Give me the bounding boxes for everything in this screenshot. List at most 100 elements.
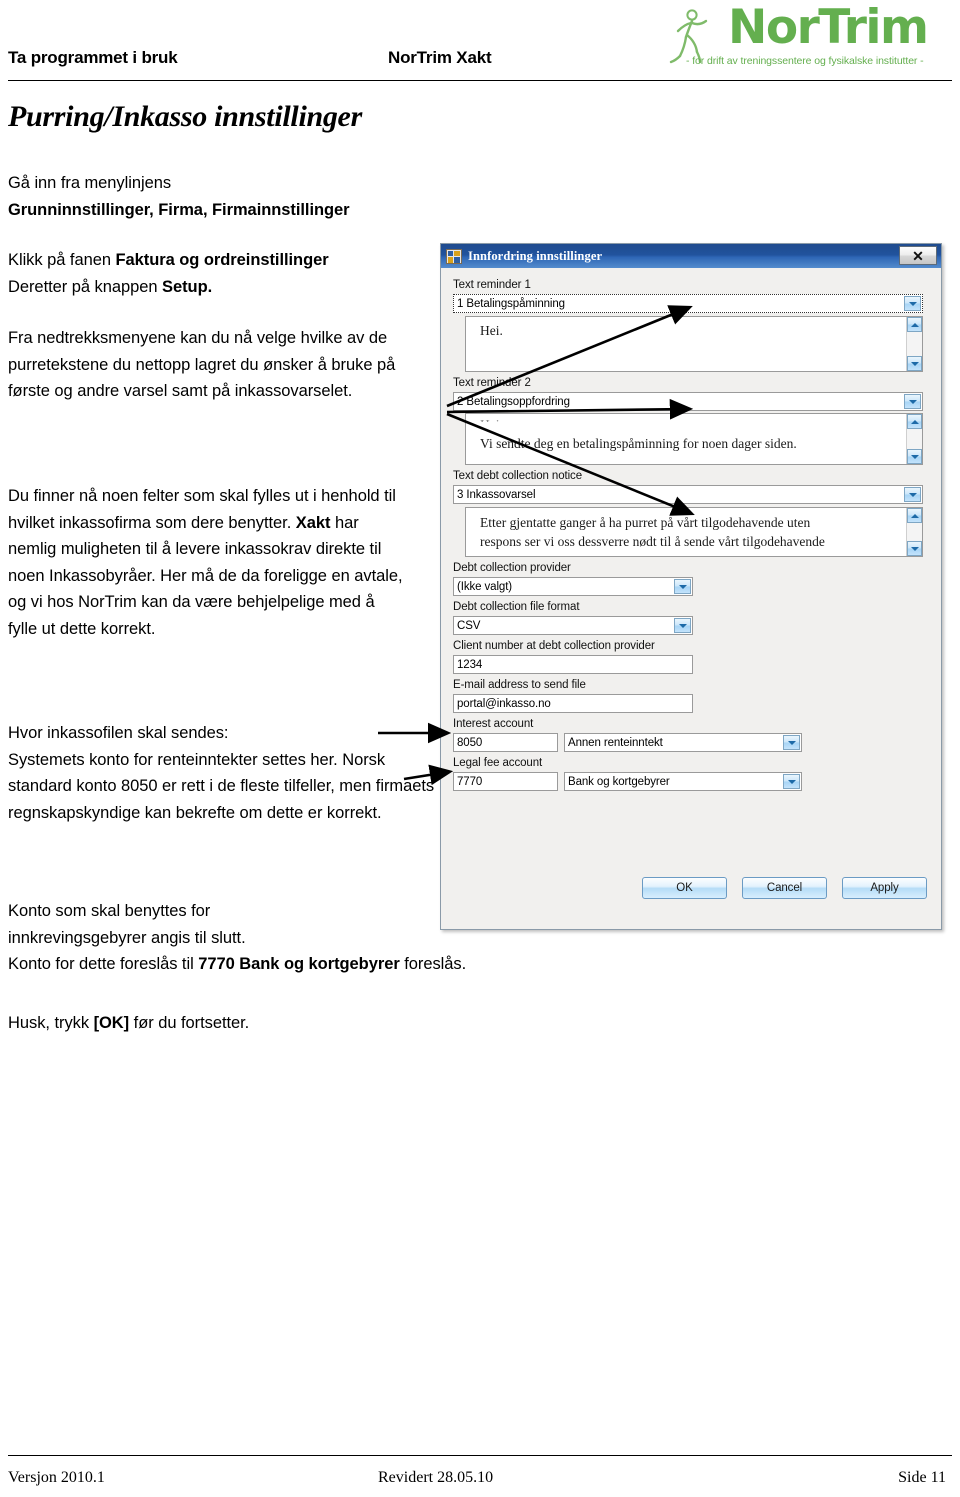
scrollbar-reminder-1[interactable]: [906, 317, 922, 371]
cancel-button[interactable]: Cancel: [742, 877, 827, 899]
chevron-down-icon[interactable]: [904, 394, 921, 409]
chevron-down-icon[interactable]: [783, 735, 800, 750]
select-debt-collection-provider[interactable]: (Ikke valgt): [453, 577, 693, 596]
label-debt-collection-provider: Debt collection provider: [453, 562, 571, 574]
page-title: Purring/Inkasso innstillinger: [8, 100, 362, 133]
scroll-up-icon[interactable]: [907, 414, 922, 429]
select-debt-collection-provider-value: (Ikke valgt): [457, 580, 513, 593]
select-debt-collection-file-format[interactable]: CSV: [453, 616, 693, 635]
paragraph-dropdowns: Fra nedtrekksmenyene kan du nå velge hvi…: [8, 329, 396, 400]
scroll-down-icon[interactable]: [907, 541, 922, 556]
label-text-reminder-1: Text reminder 1: [453, 279, 531, 291]
paragraph-tab-instructions: Klikk på fanen Faktura og ordreinstillin…: [8, 247, 438, 300]
p4-bold-xakt: Xakt: [295, 513, 331, 532]
select-debt-collection-notice-value: 3 Inkassovarsel: [457, 488, 536, 501]
input-legal-fee-account-number[interactable]: 7770: [453, 772, 558, 791]
p1-line1: Gå inn fra menylinjens: [8, 174, 172, 192]
dialog-titlebar[interactable]: Innfordring innstillinger ✕: [441, 244, 941, 268]
input-interest-account-number[interactable]: 8050: [453, 733, 558, 752]
app-window-icon: [446, 248, 462, 264]
scrollbar-reminder-2[interactable]: [906, 414, 922, 464]
p2-line2-bold: Setup.: [162, 277, 213, 296]
p2-line1-bold: Faktura og ordreinstillinger: [115, 251, 329, 269]
textarea-reminder-2-clipped: Hei.: [466, 414, 922, 422]
header-divider: [8, 80, 952, 81]
scroll-up-icon[interactable]: [907, 508, 922, 523]
select-interest-account-name[interactable]: Annen renteinntekt: [564, 733, 802, 752]
label-text-reminder-2: Text reminder 2: [453, 377, 531, 389]
dialog-title: Innfordring innstillinger: [468, 248, 603, 263]
header-left-title: Ta programmet i bruk: [8, 48, 178, 67]
select-text-reminder-1-value: 1 Betalingspåminning: [457, 297, 565, 310]
label-client-number: Client number at debt collection provide…: [453, 640, 655, 652]
textarea-reminder-2[interactable]: Hei. Vi sendte deg en betalingspåminning…: [465, 413, 923, 465]
row-legal-fee-account: 7770 Bank og kortgebyrer: [453, 772, 931, 791]
nortrim-logo: NorTrim - for drift av treningssentere o…: [660, 0, 950, 76]
select-legal-fee-account-name-value: Bank og kortgebyrer: [568, 775, 670, 788]
select-text-reminder-2-value: 2 Betalingsoppfordring: [457, 395, 570, 408]
select-interest-account-name-value: Annen renteinntekt: [568, 736, 663, 749]
p7-pre: Husk, trykk: [8, 1014, 94, 1032]
chevron-down-icon[interactable]: [674, 579, 691, 594]
row-interest-account: 8050 Annen renteinntekt: [453, 733, 931, 752]
input-interest-account-number-value: 8050: [457, 736, 483, 749]
textarea-debt-notice-line2: respons ser vi oss dessverre nødt til å …: [480, 534, 825, 549]
input-client-number[interactable]: 1234: [453, 655, 693, 674]
footer-revised: Revidert 28.05.10: [378, 1469, 494, 1486]
footer-version: Versjon 2010.1: [8, 1469, 105, 1486]
select-text-reminder-2[interactable]: 2 Betalingsoppfordring: [453, 392, 923, 411]
textarea-reminder-1-text: Hei.: [480, 323, 503, 338]
paragraph-menu-path: Gå inn fra menylinjens Grunninnstillinge…: [8, 170, 438, 223]
p6-line2: innkrevingsgebyrer angis til slutt.: [8, 928, 246, 947]
label-debt-collection-file-format: Debt collection file format: [453, 601, 580, 613]
paragraph-file-destination: Hvor inkassofilen skal sendes: Systemets…: [8, 720, 438, 826]
dialog-body: Text reminder 1 1 Betalingspåminning Hei…: [441, 268, 941, 929]
textarea-reminder-1[interactable]: Hei.: [465, 316, 923, 372]
textarea-debt-notice-line1: Etter gjentatte ganger å ha purret på vå…: [480, 515, 811, 530]
label-interest-account: Interest account: [453, 718, 534, 730]
select-debt-collection-notice[interactable]: 3 Inkassovarsel: [453, 485, 923, 504]
logo-wordmark: NorTrim: [728, 0, 929, 55]
logo-tagline: - for drift av treningssentere og fysika…: [686, 55, 924, 67]
close-icon[interactable]: ✕: [899, 246, 937, 265]
p7-bold: [OK]: [93, 1014, 130, 1032]
select-text-reminder-1[interactable]: 1 Betalingspåminning: [453, 294, 923, 313]
ok-button[interactable]: OK: [642, 877, 727, 899]
p4-part-b: har nemlig muligheten til å levere inkas…: [8, 513, 403, 638]
p6-line3-post: foreslås.: [399, 955, 467, 973]
innfordring-settings-dialog[interactable]: Innfordring innstillinger ✕ Text reminde…: [440, 243, 942, 930]
input-email-address[interactable]: portal@inkasso.no: [453, 694, 693, 713]
textarea-reminder-2-text: Vi sendte deg en betalingspåminning for …: [480, 436, 797, 451]
p7-post: før du fortsetter.: [129, 1014, 250, 1032]
p1-line2: Grunninnstillinger, Firma, Firmainnstill…: [8, 200, 350, 219]
input-client-number-value: 1234: [457, 658, 483, 671]
header-center-title: NorTrim Xakt: [388, 48, 492, 67]
apply-button[interactable]: Apply: [842, 877, 927, 899]
input-email-address-value: portal@inkasso.no: [457, 697, 551, 710]
paragraph-inkasso-info: Du finner nå noen felter som skal fylles…: [8, 483, 408, 642]
p5-line1: Hvor inkassofilen skal sendes:: [8, 724, 229, 742]
p5-rest: Systemets konto for renteinntekter sette…: [8, 750, 435, 822]
textarea-debt-notice[interactable]: Etter gjentatte ganger å ha purret på vå…: [465, 507, 923, 557]
p6-line3-pre: Konto for dette foreslås til: [8, 955, 199, 973]
input-legal-fee-account-number-value: 7770: [457, 775, 483, 788]
p6-line1: Konto som skal benyttes for: [8, 902, 211, 920]
page-header: Ta programmet i bruk NorTrim Xakt NorTri…: [0, 0, 960, 88]
chevron-down-icon[interactable]: [904, 487, 921, 502]
select-legal-fee-account-name[interactable]: Bank og kortgebyrer: [564, 772, 802, 791]
scroll-down-icon[interactable]: [907, 449, 922, 464]
p2-line1-pre: Klikk på fanen: [8, 251, 116, 269]
footer-page-number: Side 11: [898, 1469, 946, 1486]
scroll-up-icon[interactable]: [907, 317, 922, 332]
label-debt-collection-notice: Text debt collection notice: [453, 470, 582, 482]
footer-divider: [8, 1455, 952, 1456]
p6-line3-bold: 7770 Bank og kortgebyrer: [198, 955, 400, 973]
scrollbar-debt-notice[interactable]: [906, 508, 922, 556]
chevron-down-icon[interactable]: [904, 296, 921, 311]
dialog-button-row: OK Cancel Apply: [642, 877, 927, 899]
label-email-address: E-mail address to send file: [453, 679, 586, 691]
chevron-down-icon[interactable]: [783, 774, 800, 789]
scroll-down-icon[interactable]: [907, 356, 922, 371]
p2-line2-pre: Deretter på knappen: [8, 277, 163, 296]
chevron-down-icon[interactable]: [674, 618, 691, 633]
